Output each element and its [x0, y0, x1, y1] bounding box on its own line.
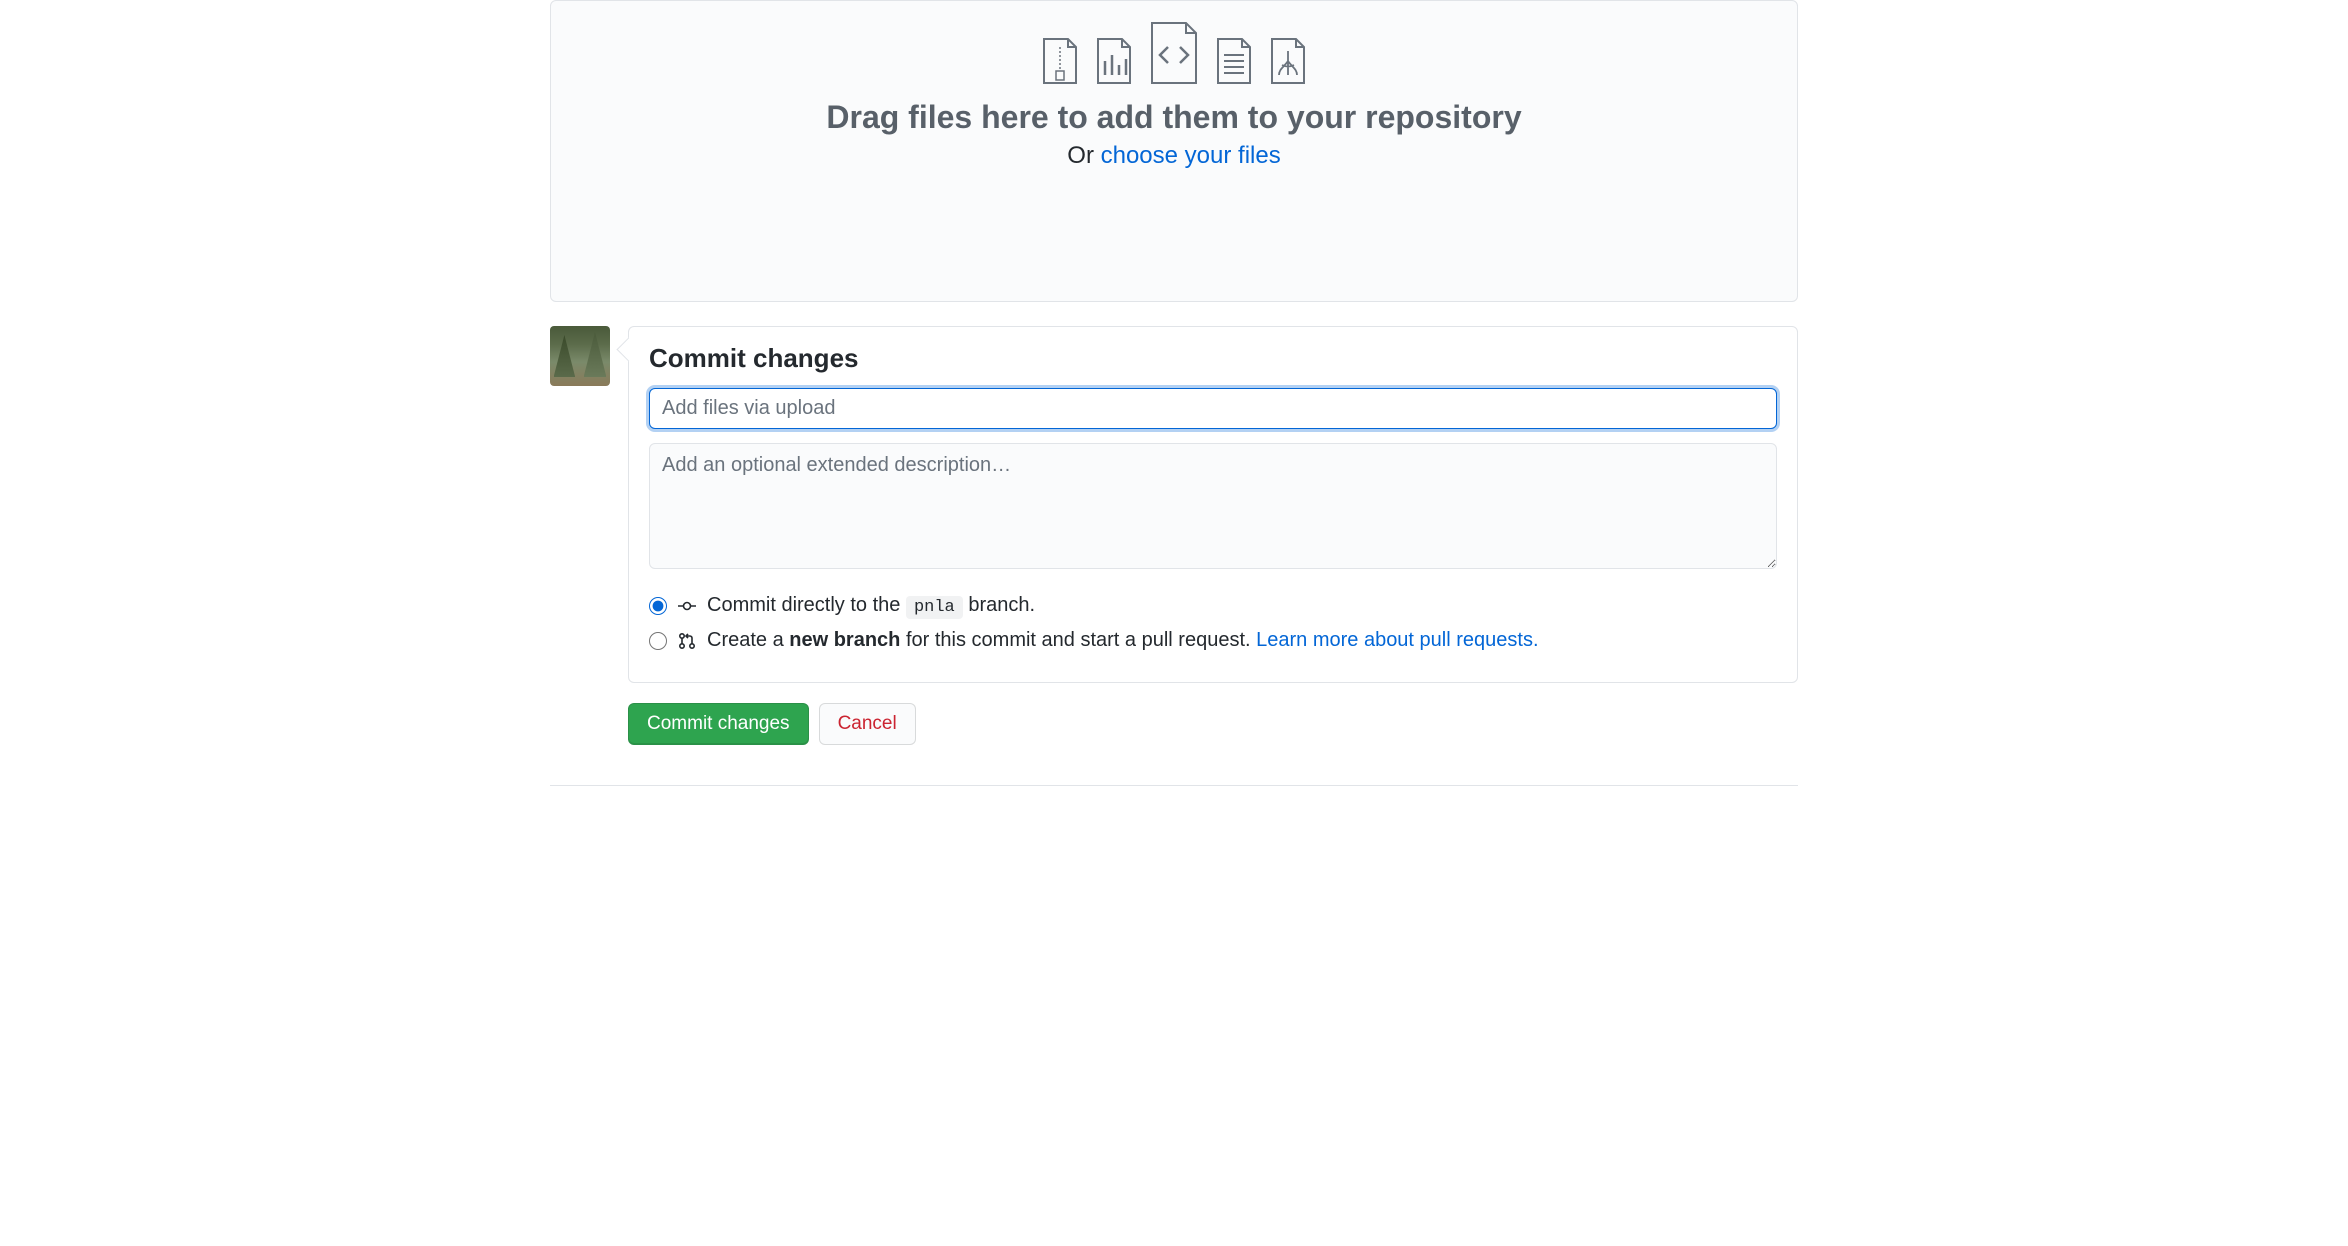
- commit-description-textarea[interactable]: [649, 443, 1777, 569]
- footer-divider: [550, 785, 1798, 786]
- cancel-button[interactable]: Cancel: [819, 703, 916, 745]
- commit-new-branch-label: Create a new branch for this commit and …: [707, 629, 1539, 652]
- commit-changes-button[interactable]: Commit changes: [628, 703, 809, 745]
- zip-file-icon: [1041, 37, 1079, 85]
- learn-pull-requests-link[interactable]: Learn more about pull requests.: [1256, 629, 1538, 651]
- git-commit-icon: [677, 599, 697, 613]
- commit-new-branch-option[interactable]: Create a new branch for this commit and …: [649, 629, 1777, 652]
- branch-name: pnla: [906, 596, 963, 619]
- commit-direct-option[interactable]: Commit directly to the pnla branch.: [649, 594, 1777, 617]
- pdf-file-icon: [1269, 37, 1307, 85]
- dropzone-subtext: Or choose your files: [1067, 142, 1280, 170]
- git-pull-request-icon: [677, 632, 697, 650]
- form-actions: Commit changes Cancel: [628, 703, 1798, 745]
- commit-direct-radio[interactable]: [649, 597, 667, 615]
- dropzone-or-text: Or: [1067, 142, 1100, 169]
- commit-form-title: Commit changes: [649, 343, 1777, 374]
- choose-files-link[interactable]: choose your files: [1101, 142, 1281, 169]
- commit-message-input[interactable]: [649, 388, 1777, 429]
- user-avatar[interactable]: [550, 326, 610, 386]
- commit-new-branch-radio[interactable]: [649, 632, 667, 650]
- commit-form: Commit changes Commit directly to the pn…: [628, 326, 1798, 683]
- commit-direct-label: Commit directly to the pnla branch.: [707, 594, 1035, 617]
- chart-file-icon: [1095, 37, 1133, 85]
- dropzone-heading: Drag files here to add them to your repo…: [826, 99, 1521, 136]
- file-type-icons: [1041, 21, 1307, 85]
- file-dropzone[interactable]: Drag files here to add them to your repo…: [550, 0, 1798, 302]
- code-file-icon: [1149, 21, 1199, 85]
- text-file-icon: [1215, 37, 1253, 85]
